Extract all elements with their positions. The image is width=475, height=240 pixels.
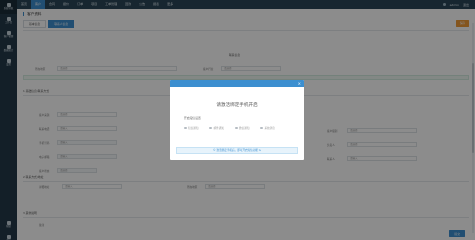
radio-icon[interactable] [184, 126, 187, 130]
radio-icon[interactable] [234, 126, 238, 130]
notify-option[interactable]: 短信通知 [184, 126, 198, 130]
activation-modal: × 请激活绑定手机开启 开启短信设置 短信通知 邮件通知 微信通知 系统消息 ©… [170, 80, 304, 160]
activation-notice[interactable]: © 激活绑定手机后，即可开启短信功能 ⇆ [176, 147, 298, 154]
notify-options: 短信通知 邮件通知 微信通知 系统消息 [184, 126, 275, 130]
radio-icon[interactable] [209, 126, 213, 130]
modal-subtitle: 开启短信设置 [184, 116, 201, 120]
modal-header: × [170, 80, 304, 87]
notify-option[interactable]: 系统消息 [260, 126, 275, 130]
radio-icon[interactable] [260, 126, 263, 130]
notify-option[interactable]: 微信通知 [234, 126, 250, 130]
notify-option-label: 系统消息 [264, 127, 275, 130]
modal-title: 请激活绑定手机开启 [216, 103, 258, 108]
close-icon[interactable]: × [298, 81, 301, 86]
notify-option-label: 短信通知 [188, 127, 199, 130]
notify-option-label: 微信通知 [239, 127, 250, 130]
notify-option-label: 邮件通知 [213, 127, 224, 130]
notify-option[interactable]: 邮件通知 [209, 126, 224, 130]
